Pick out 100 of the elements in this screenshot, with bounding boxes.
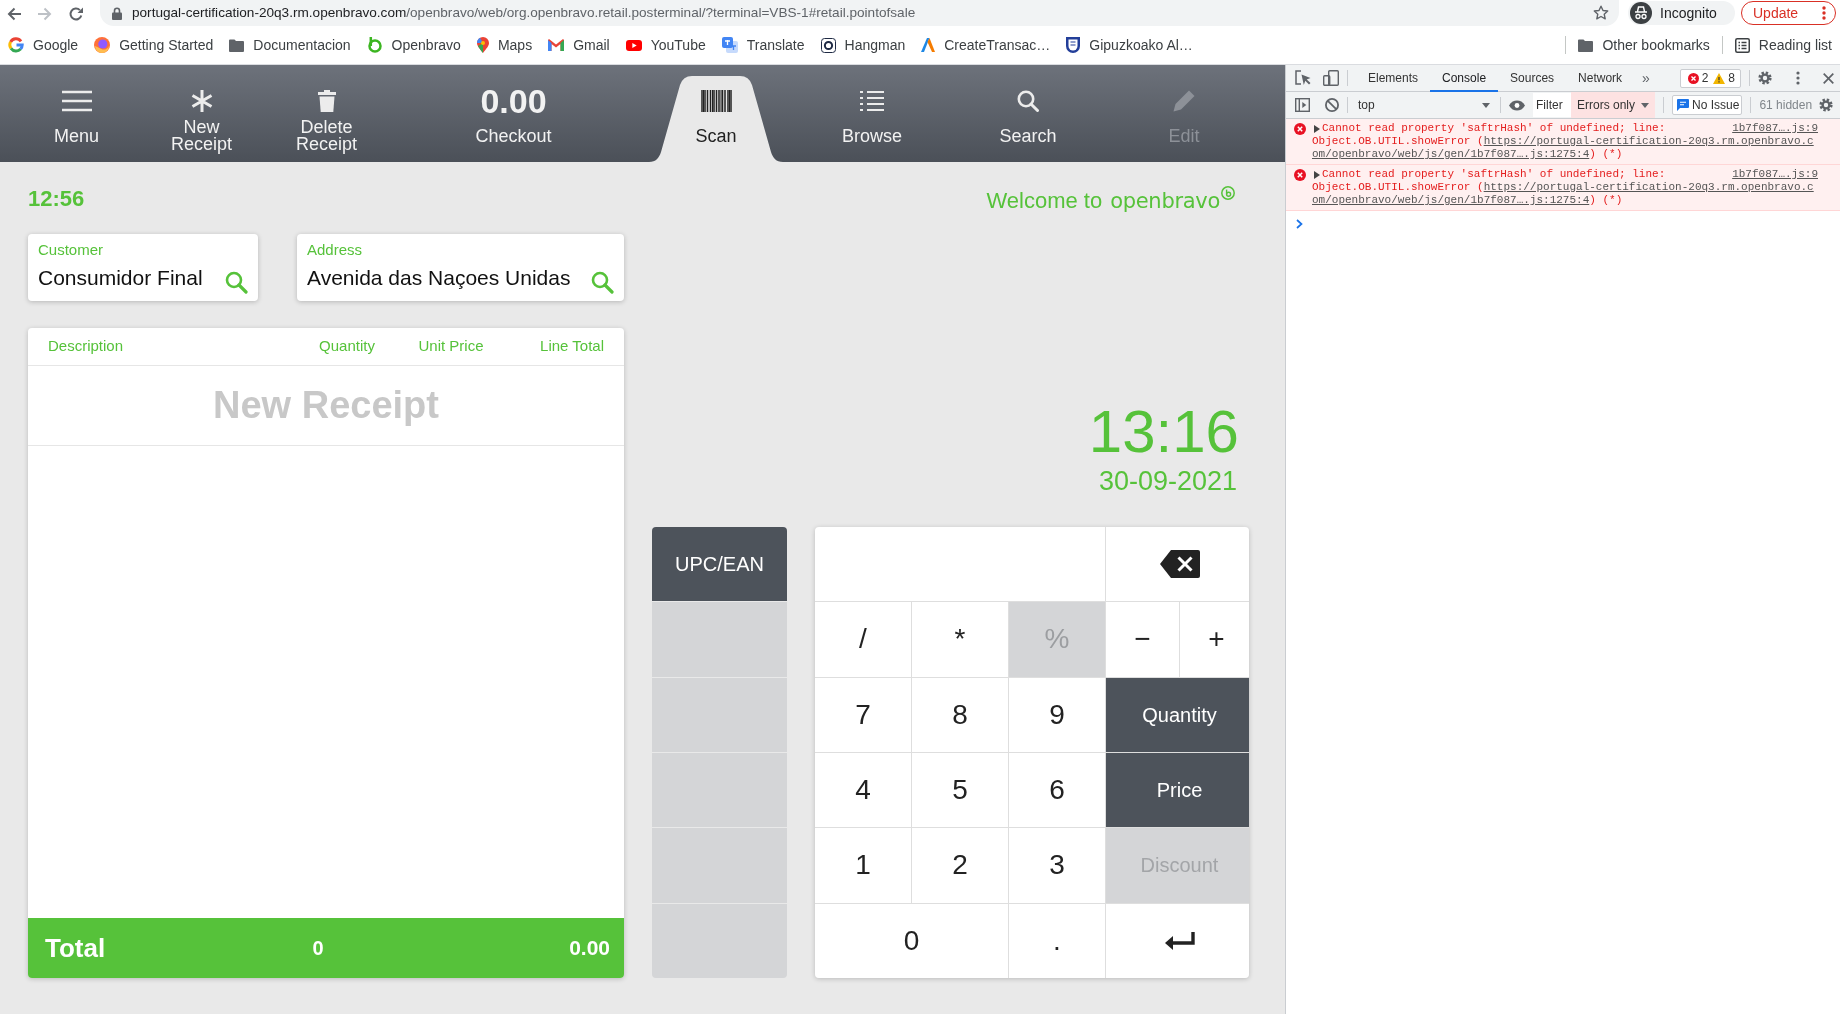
keypad-key[interactable]: + (1180, 602, 1249, 677)
sidebar-icon[interactable] (1295, 98, 1310, 112)
keypad-key[interactable]: 3 (1009, 828, 1105, 903)
keypad-key[interactable]: − (1106, 602, 1179, 677)
scan-mode-button[interactable]: UPC/EAN (652, 527, 787, 602)
error-count: 2 (1701, 70, 1709, 87)
eye-icon[interactable] (1509, 99, 1525, 111)
peak-logo-icon (921, 38, 936, 52)
more-tabs-button[interactable]: » (1634, 67, 1658, 89)
chevron-icon[interactable] (1296, 219, 1303, 229)
keypad-key[interactable]: . (1009, 903, 1105, 978)
folder-icon (229, 38, 245, 52)
keypad-key[interactable]: 6 (1009, 753, 1105, 828)
checkout-amount: 0.00 (480, 86, 547, 116)
bookmark-link[interactable]: Openbravo (358, 31, 469, 59)
map-pin-icon (476, 37, 489, 53)
bookmark-folder[interactable]: Other bookmarks (1570, 31, 1718, 59)
stack-text: ) (*) (1589, 194, 1623, 207)
keypad-key[interactable]: 0 (815, 903, 1008, 978)
update-button[interactable]: Update (1741, 1, 1836, 25)
backspace-icon (1159, 550, 1200, 579)
field-label: Address (307, 241, 363, 258)
session-time: 12:56 (28, 186, 85, 212)
devices-icon[interactable] (1323, 70, 1339, 86)
search-icon (591, 271, 614, 294)
keypad-key[interactable]: 7 (815, 677, 911, 752)
source-link[interactable]: 1b7f087….js:9 (1732, 122, 1818, 135)
devtools-tab[interactable]: Sources (1498, 64, 1567, 92)
ring-logo-icon (366, 37, 383, 53)
menu-button[interactable]: Menu (14, 65, 139, 162)
bookmark-link[interactable]: Gmail (540, 31, 618, 59)
issue-counter[interactable]: 2 8 (1679, 68, 1741, 88)
stack-link[interactable]: om/openbravo/web/js/gen/1b7f087….js:1275:4 (1312, 148, 1590, 161)
checkout-button[interactable]: 0.00 Checkout (389, 65, 638, 162)
disclosure-triangle-icon[interactable] (1314, 170, 1320, 179)
stack-text: ) (*) (1589, 148, 1623, 161)
delete-receipt-button[interactable]: Delete Receipt (264, 65, 389, 162)
bookmark-link[interactable]: Getting Started (86, 31, 222, 59)
field-value: Avenida das Naçoes Unidas (307, 265, 571, 290)
ring-logo-icon (8, 37, 24, 53)
bookmark-link[interactable]: Documentacion (221, 31, 359, 59)
search-tab[interactable]: Search (961, 65, 1095, 162)
stack-link[interactable]: om/openbravo/web/js/gen/1b7f087….js:1275:4 (1312, 194, 1590, 207)
bookmark-link[interactable]: Google (0, 31, 87, 59)
lock-icon (112, 6, 122, 20)
pencil-icon (1173, 90, 1195, 112)
settings-icon[interactable] (1758, 71, 1772, 85)
keypad-key[interactable]: 5 (912, 753, 1008, 828)
keypad-key[interactable]: 8 (912, 677, 1008, 752)
bookmark-link[interactable]: Maps (468, 31, 541, 59)
prohibit-icon[interactable] (1325, 98, 1339, 112)
keypad-key[interactable]: 9 (1009, 677, 1105, 752)
devtools-tab[interactable]: Elements (1356, 64, 1431, 92)
error-icon (1294, 169, 1306, 181)
total-quantity: 0 (312, 936, 324, 961)
context-dropdown[interactable]: top (1356, 96, 1492, 114)
reload-icon[interactable] (68, 6, 84, 22)
keypad-key[interactable]: 1 (815, 828, 911, 903)
search-icon (1017, 90, 1039, 112)
caret-icon (1482, 102, 1490, 108)
keypad-key[interactable]: * (912, 602, 1008, 677)
logo-mark-icon (1221, 186, 1235, 200)
keypad-key[interactable]: / (815, 602, 911, 677)
keypad-action-button[interactable]: Price (1106, 753, 1249, 828)
error-message: Cannot read property 'saftrHash' of undefined; line: (1322, 168, 1666, 181)
bookmark-link[interactable]: Translate (713, 31, 813, 59)
close-icon[interactable] (1823, 72, 1834, 84)
stack-link[interactable]: https://portugal-certification-20q3.rm.openbravo.c (1483, 181, 1814, 194)
square-logo-icon (820, 37, 836, 53)
keypad-action-button[interactable]: Quantity (1106, 677, 1249, 752)
enter-icon (1164, 931, 1195, 950)
bookmark-link[interactable]: CreateTransac… (913, 31, 1059, 59)
back-arrow-icon[interactable] (6, 6, 22, 22)
bookmark-link[interactable]: Hangman (812, 31, 914, 59)
devtools-tab[interactable]: Network (1566, 64, 1635, 92)
level-dropdown[interactable]: Errors only (1571, 92, 1655, 118)
bookmark-link[interactable]: YouTube (617, 31, 714, 59)
more-icon (1822, 6, 1826, 20)
source-link[interactable]: 1b7f087….js:9 (1732, 168, 1818, 181)
address-selector[interactable]: Address Avenida das Naçoes Unidas (297, 234, 624, 301)
hidden-count: 61 hidden (1759, 97, 1813, 114)
more-icon[interactable] (1796, 71, 1800, 85)
profile-button[interactable]: Incognito (1628, 1, 1735, 25)
keypad-key[interactable]: 4 (815, 753, 911, 828)
browse-tab[interactable]: Browse (805, 65, 939, 162)
keypad-key[interactable]: 2 (912, 828, 1008, 903)
bookmark-link[interactable]: Gipuzkoako Al… (1058, 31, 1201, 59)
address-field[interactable]: portugal-certification-20q3.rm.openbravo.com/openbravo/web/org.openbravo.retail.posterminal/?terminal=VBS-1#retail.pointofsale (100, 0, 1619, 26)
filter-field[interactable]: Filter (1533, 93, 1571, 117)
inspect-icon[interactable] (1295, 70, 1311, 86)
settings-icon[interactable] (1819, 98, 1833, 112)
new-receipt-button[interactable]: New Receipt (139, 65, 264, 162)
backspace-button[interactable] (1106, 527, 1249, 602)
reading-list-button[interactable]: Reading list (1726, 31, 1840, 59)
star-icon[interactable] (1593, 5, 1609, 21)
round-logo-icon (94, 37, 111, 53)
customer-selector[interactable]: Customer Consumidor Final (28, 234, 258, 301)
disclosure-triangle-icon[interactable] (1314, 124, 1320, 133)
stack-link[interactable]: https://portugal-certification-20q3.rm.openbravo.c (1483, 135, 1814, 148)
issues-button[interactable]: No Issue (1672, 95, 1743, 115)
